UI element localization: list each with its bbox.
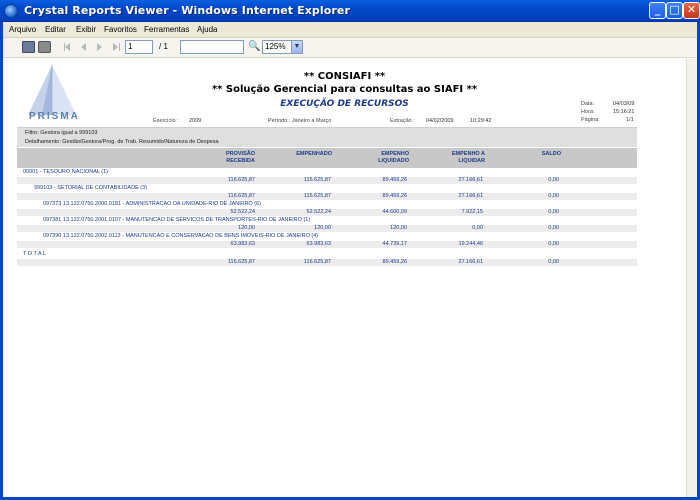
- minimize-button[interactable]: _: [649, 2, 666, 19]
- header-saldo: SALDO: [503, 151, 561, 158]
- menu-arquivo[interactable]: Arquivo: [9, 25, 36, 34]
- ie-icon: [4, 4, 18, 18]
- total-value: 116.625,87: [303, 259, 331, 265]
- zoom-value: 125%: [265, 42, 286, 51]
- viewer-toolbar: 1 / 1 🔍 125% ▼: [3, 38, 697, 58]
- row-value: 0,00: [472, 225, 483, 231]
- total-value: 89.459,26: [382, 259, 407, 265]
- data-label: Data:: [581, 101, 595, 107]
- hora-value: 15:16:21: [613, 109, 635, 115]
- row-value: 120,00: [238, 225, 255, 231]
- row-value: 52.522,24: [306, 209, 331, 215]
- row-label-setorial: 999103 - SETORIAL DE CONTABILIDADE (3): [34, 185, 147, 191]
- pagina-value: 1/1: [626, 117, 634, 123]
- report-canvas: PRISMA ** CONSIAFI ** ** Solução Gerenci…: [3, 59, 686, 497]
- last-page-icon[interactable]: [113, 43, 118, 51]
- extracao-date: 04/02/2009: [426, 118, 454, 124]
- filter-text: Filtro: Gestora igual a 999103: [25, 130, 98, 136]
- row-value: 0,00: [548, 193, 559, 199]
- vertical-scrollbar[interactable]: [686, 59, 697, 497]
- periodo-label: Período : Janeiro a Março: [268, 118, 332, 124]
- close-button[interactable]: ✕: [683, 2, 700, 19]
- row-value: 0,00: [548, 241, 559, 247]
- total-value: 116.625,87: [227, 259, 255, 265]
- row-label-tesouro: 00001 - TESOURO NACIONAL (1): [23, 169, 108, 175]
- total-value: 0,00: [548, 259, 559, 265]
- row-value: 120,00: [390, 225, 407, 231]
- row-label-bens-imoveis: 097390 13.122.0750.2002.0113 - MANUTENCA…: [43, 233, 319, 239]
- row-value: 0,00: [548, 209, 559, 215]
- row-value: 89.459,26: [382, 177, 407, 183]
- total-value: 27.166,61: [458, 259, 483, 265]
- menu-ajuda[interactable]: Ajuda: [197, 25, 217, 34]
- row-value: 7.922,15: [461, 209, 483, 215]
- row-value: 63.983,63: [306, 241, 331, 247]
- hora-label: Hora:: [581, 109, 595, 115]
- page-total: / 1: [159, 42, 168, 51]
- report-subtitle: ** Solução Gerencial para consultas ao S…: [211, 84, 478, 95]
- row-label-total: T O T A L: [23, 251, 46, 257]
- header-a-liquidar-line2: LIQUIDAR: [458, 157, 485, 164]
- search-input[interactable]: [180, 40, 244, 54]
- header-provisao-line2: RECEBIDA: [226, 157, 255, 164]
- filter-box: Filtro: Gestora igual a 999103 Detalhame…: [17, 127, 637, 147]
- menu-exibir[interactable]: Exibir: [76, 25, 96, 34]
- first-page-icon[interactable]: [65, 43, 70, 51]
- header-empenhado: EMPENHADO: [265, 151, 332, 158]
- window-titlebar: Crystal Reports Viewer - Windows Interne…: [0, 0, 700, 22]
- row-value: 19.244,46: [458, 241, 483, 247]
- row-value: 116.625,87: [227, 177, 255, 183]
- menu-editar[interactable]: Editar: [45, 25, 66, 34]
- export-icon[interactable]: [22, 41, 35, 53]
- pagina-label: Página:: [581, 117, 600, 123]
- print-icon[interactable]: [38, 41, 51, 53]
- header-provisao: PROVISÃO RECEBIDA: [193, 151, 255, 164]
- window-title: Crystal Reports Viewer - Windows Interne…: [24, 4, 351, 17]
- chevron-down-icon[interactable]: ▼: [291, 41, 302, 53]
- exercicio-value: 2009: [189, 118, 202, 124]
- extracao-time: 10:29:42: [470, 118, 492, 124]
- header-saldo-line1: SALDO: [541, 151, 561, 157]
- row-value: 116.625,87: [227, 193, 255, 199]
- header-a-liquidar: EMPENHO A LIQUIDAR: [423, 151, 485, 164]
- row-value: 116.625,87: [303, 177, 331, 183]
- next-page-icon[interactable]: [97, 43, 102, 51]
- menu-ferramentas[interactable]: Ferramentas: [144, 25, 189, 34]
- row-value: 116.625,87: [303, 193, 331, 199]
- menu-favoritos[interactable]: Favoritos: [104, 25, 137, 34]
- report-title: ** CONSIAFI **: [303, 71, 386, 82]
- row-value: 27.166,61: [458, 193, 483, 199]
- row-value: 44.600,09: [382, 209, 407, 215]
- extracao-label: Extração :: [390, 118, 415, 124]
- prev-page-icon[interactable]: [81, 43, 86, 51]
- row-value: 89.459,26: [382, 193, 407, 199]
- row-value: 44.739,17: [382, 241, 407, 247]
- page-number-input[interactable]: 1: [125, 40, 153, 54]
- detail-text: Detalhamento: Gestão/Gestora/Prog. de Tr…: [25, 139, 219, 145]
- row-value: 0,00: [548, 225, 559, 231]
- logo-text: PRISMA: [29, 111, 80, 122]
- header-liquidado-line2: LIQUIDADO: [378, 157, 409, 164]
- exercicio-label: Exercício :: [153, 118, 179, 124]
- row-label-administracao: 097373 13.122.0750.2000.0181 - ADMINISTR…: [43, 201, 261, 207]
- data-value: 04/03/09: [613, 101, 635, 107]
- row-value: 0,00: [548, 177, 559, 183]
- search-icon[interactable]: 🔍: [248, 41, 260, 53]
- header-empenhado-line1: EMPENHADO: [296, 151, 332, 157]
- maximize-button[interactable]: □: [666, 2, 683, 19]
- row-label-transportes: 097381 13.122.0750.2001.0107 - MANUTENCA…: [43, 217, 311, 223]
- row-value: 52.522,24: [230, 209, 255, 215]
- menu-bar: Arquivo Editar Exibir Favoritos Ferramen…: [3, 22, 697, 38]
- last-page-bar: [119, 43, 120, 51]
- header-liquidado: EMPENHO LIQUIDADO: [348, 151, 409, 164]
- row-value: 63.983,63: [230, 241, 255, 247]
- row-value: 120,00: [314, 225, 331, 231]
- zoom-select[interactable]: 125% ▼: [262, 40, 303, 54]
- row-value: 27.166,61: [458, 177, 483, 183]
